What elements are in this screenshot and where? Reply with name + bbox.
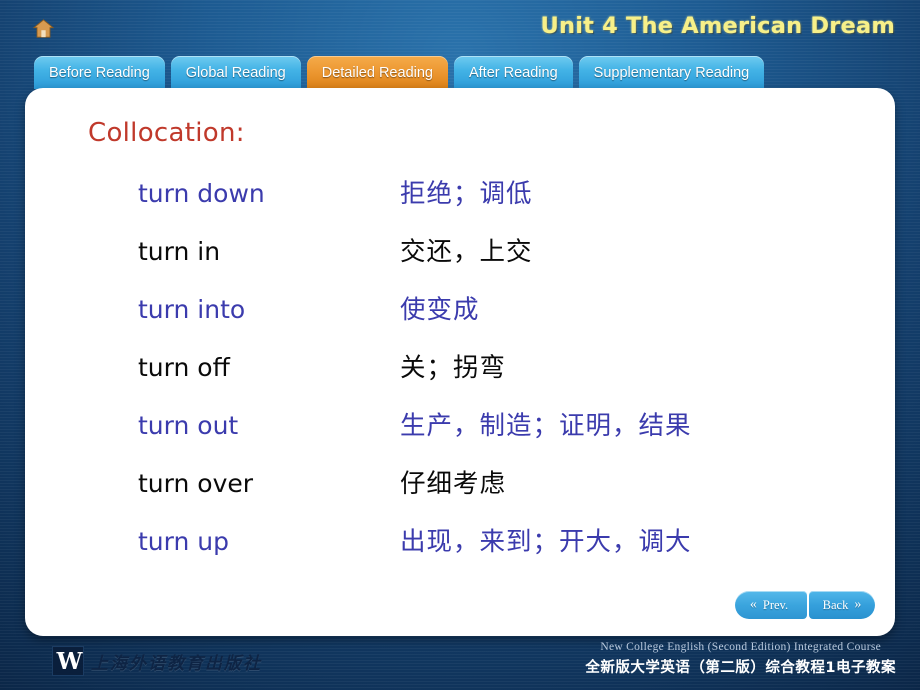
- publisher-name: 上海外语教育出版社: [91, 653, 262, 674]
- slide-header: Unit 4 The American Dream: [0, 0, 920, 48]
- list-item: turn in 交还，上交: [25, 231, 895, 289]
- chevron-right-icon: »: [854, 597, 862, 612]
- publisher-mark-icon: W: [52, 646, 84, 676]
- collocation-phrase: turn in: [138, 237, 221, 266]
- collocation-phrase: turn out: [138, 411, 239, 440]
- collocation-meaning: 交还，上交: [400, 237, 533, 267]
- prev-button[interactable]: « Prev.: [735, 591, 807, 619]
- tab-bar: Before Reading Global Reading Detailed R…: [0, 53, 920, 89]
- prev-button-label: Prev.: [762, 597, 789, 612]
- collocation-phrase: turn off: [138, 353, 230, 382]
- list-item: turn out 生产，制造；证明，结果: [25, 405, 895, 463]
- section-heading: Collocation:: [88, 118, 245, 148]
- tab-supplementary-reading[interactable]: Supplementary Reading: [578, 56, 765, 89]
- collocation-phrase: turn into: [138, 295, 246, 324]
- list-item: turn into 使变成: [25, 289, 895, 347]
- collocation-phrase: turn over: [138, 469, 254, 498]
- page-title: Unit 4 The American Dream: [540, 13, 895, 39]
- list-item: turn over 仔细考虑: [25, 463, 895, 521]
- collocation-meaning: 仔细考虑: [400, 469, 507, 499]
- collocation-phrase: turn down: [138, 179, 265, 208]
- course-info: New College English (Second Edition) Int…: [585, 641, 896, 677]
- course-title-en: New College English (Second Edition) Int…: [600, 641, 882, 653]
- tab-after-reading[interactable]: After Reading: [453, 56, 573, 89]
- tab-detailed-reading[interactable]: Detailed Reading: [306, 56, 448, 89]
- collocation-meaning: 出现，来到；开大，调大: [400, 527, 692, 557]
- chevron-left-icon: «: [749, 597, 757, 612]
- collocation-meaning: 生产，制造；证明，结果: [400, 411, 692, 441]
- content-card: Collocation: turn down 拒绝；调低 turn in 交还，…: [25, 88, 895, 636]
- course-title-zh: 全新版大学英语（第二版）综合教程1电子教案: [585, 660, 896, 676]
- collocation-list: turn down 拒绝；调低 turn in 交还，上交 turn into …: [25, 173, 895, 579]
- home-icon[interactable]: [32, 19, 55, 38]
- back-button[interactable]: Back »: [809, 591, 875, 619]
- navigation-buttons: « Prev. Back »: [735, 591, 875, 619]
- collocation-meaning: 关；拐弯: [400, 353, 507, 383]
- list-item: turn off 关；拐弯: [25, 347, 895, 405]
- collocation-phrase: turn up: [138, 527, 229, 556]
- publisher-logo: W 上海外语教育出版社: [52, 646, 262, 676]
- slide-canvas: Unit 4 The American Dream Before Reading…: [0, 0, 920, 690]
- tab-global-reading[interactable]: Global Reading: [170, 56, 301, 89]
- collocation-meaning: 拒绝；调低: [400, 179, 533, 209]
- tab-before-reading[interactable]: Before Reading: [34, 56, 165, 89]
- list-item: turn up 出现，来到；开大，调大: [25, 521, 895, 579]
- slide-footer: W 上海外语教育出版社 New College English (Second …: [0, 636, 920, 690]
- collocation-meaning: 使变成: [400, 295, 480, 325]
- list-item: turn down 拒绝；调低: [25, 173, 895, 231]
- back-button-label: Back: [822, 597, 849, 612]
